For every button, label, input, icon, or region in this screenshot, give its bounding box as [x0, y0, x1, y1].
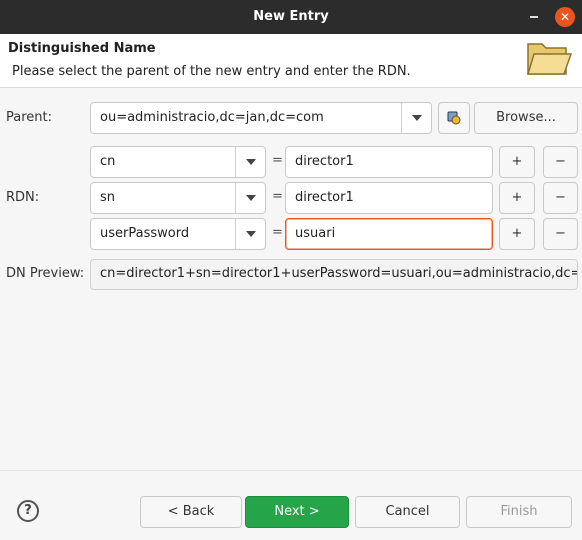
rdn-attribute-combo[interactable]: cn	[90, 146, 266, 178]
rdn-label: RDN:	[6, 190, 40, 205]
parent-label: Parent:	[6, 110, 52, 125]
next-button[interactable]: Next >	[245, 496, 349, 528]
remove-rdn-button[interactable]: −	[543, 218, 578, 250]
rdn-value-input[interactable]: director1	[285, 146, 493, 178]
remove-rdn-button[interactable]: −	[543, 146, 578, 178]
rdn-value-input[interactable]: usuari	[285, 218, 493, 250]
parent-entry-button[interactable]	[438, 102, 470, 134]
page-title: Distinguished Name	[8, 41, 156, 56]
rdn-value: director1	[295, 154, 354, 169]
parent-combo[interactable]: ou=administracio,dc=jan,dc=com	[90, 102, 432, 134]
rdn-attribute: cn	[100, 154, 116, 169]
finish-button[interactable]: Finish	[466, 496, 572, 528]
parent-value: ou=administracio,dc=jan,dc=com	[100, 110, 324, 125]
chevron-down-icon[interactable]	[401, 103, 431, 133]
dn-preview-value: cn=director1+sn=director1+userPassword=u…	[100, 266, 578, 281]
remove-rdn-button[interactable]: −	[543, 182, 578, 214]
rdn-value: director1	[295, 190, 354, 205]
title-bar: New Entry ✕	[0, 0, 582, 34]
minimize-icon[interactable]	[527, 10, 541, 24]
add-rdn-button[interactable]: +	[499, 182, 535, 214]
page-description: Please select the parent of the new entr…	[12, 64, 411, 79]
rdn-attribute: userPassword	[100, 226, 190, 241]
cancel-button[interactable]: Cancel	[355, 496, 460, 528]
add-rdn-button[interactable]: +	[499, 218, 535, 250]
close-icon[interactable]: ✕	[555, 7, 575, 27]
dn-preview-field: cn=director1+sn=director1+userPassword=u…	[90, 259, 578, 290]
equals-sign: =	[272, 225, 283, 240]
equals-sign: =	[272, 189, 283, 204]
chevron-down-icon[interactable]	[235, 183, 265, 213]
help-icon[interactable]: ?	[17, 500, 39, 522]
equals-sign: =	[272, 153, 283, 168]
window-title: New Entry	[253, 9, 329, 24]
dn-preview-label: DN Preview:	[6, 266, 85, 281]
footer-divider	[0, 470, 582, 471]
directory-entry-icon	[447, 111, 461, 125]
browse-button[interactable]: Browse...	[474, 102, 578, 134]
back-button[interactable]: < Back	[140, 496, 242, 528]
rdn-value: usuari	[295, 226, 336, 241]
rdn-value-input[interactable]: director1	[285, 182, 493, 214]
chevron-down-icon[interactable]	[235, 219, 265, 249]
wizard-header: Distinguished Name Please select the par…	[0, 34, 582, 88]
chevron-down-icon[interactable]	[235, 147, 265, 177]
folder-icon	[526, 43, 572, 75]
rdn-attribute-combo[interactable]: userPassword	[90, 218, 266, 250]
rdn-attribute: sn	[100, 190, 116, 205]
add-rdn-button[interactable]: +	[499, 146, 535, 178]
rdn-attribute-combo[interactable]: sn	[90, 182, 266, 214]
